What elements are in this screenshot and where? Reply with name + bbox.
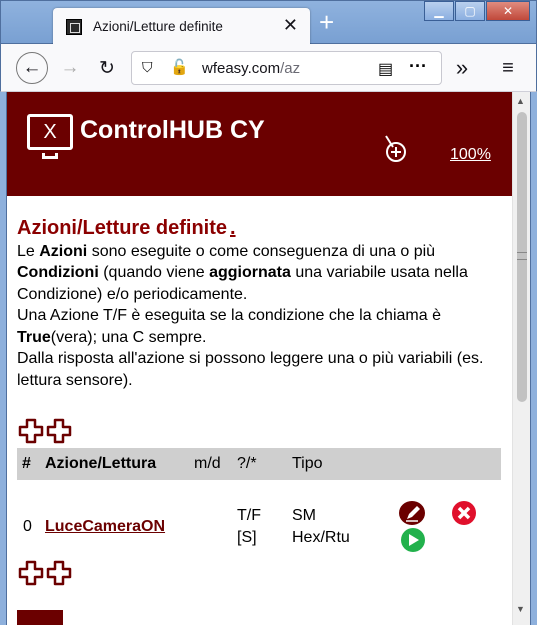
maximize-icon[interactable]: ▢ — [455, 1, 485, 21]
desc-bold: Azioni — [39, 242, 88, 260]
shield-icon[interactable]: ⛉ — [142, 59, 153, 76]
desc-text: Una Azione T/F è eseguita se la condizio… — [17, 307, 441, 324]
browser-tab[interactable]: Azioni/Letture definite ✕ — [53, 8, 310, 45]
section-title-link[interactable]: . — [230, 217, 236, 239]
row-tipo-1: SM — [292, 507, 316, 524]
page-actions-icon[interactable]: ··· — [409, 56, 427, 77]
tab-title: Azioni/Letture definite — [93, 19, 223, 34]
tab-favicon-icon — [66, 18, 82, 35]
back-icon[interactable]: ← — [16, 52, 48, 84]
desc-text: sono eseguite o come conseguenza di una … — [87, 242, 436, 260]
zoom-level-link[interactable]: 100% — [450, 146, 491, 164]
url-domain: wfeasy.com — [202, 60, 281, 77]
desc-bold: True — [17, 328, 51, 346]
app-title: ControlHUB CY — [80, 116, 265, 144]
scroll-up-icon[interactable]: ▲ — [516, 96, 525, 106]
window-border-right — [530, 92, 537, 625]
insecure-lock-icon[interactable]: 🔓 — [170, 58, 189, 76]
header-tipo: Tipo — [292, 455, 323, 472]
scrollbar-grip — [517, 252, 527, 260]
section-description: Le Azioni sono eseguite o come conseguen… — [17, 241, 505, 392]
play-icon[interactable] — [399, 527, 427, 558]
desc-text: Dalla risposta all'azione si possono leg… — [17, 350, 484, 389]
delete-icon[interactable] — [450, 500, 478, 531]
row-type-1: T/F — [237, 507, 261, 524]
section-title: Azioni/Letture definite. — [17, 217, 505, 240]
desc-bold: aggiornata — [209, 264, 291, 281]
window-close-icon[interactable]: ✕ — [486, 1, 530, 21]
table-header: # Azione/Lettura m/d ?/* Tipo — [17, 448, 501, 480]
header-q: ?/* — [237, 455, 257, 472]
navigation-bar: ← → ↻ ⛉ 🔓 wfeasy.com/az ▤ ··· » ≡ — [0, 44, 537, 92]
section-title-text: Azioni/Letture definite — [17, 217, 227, 239]
zoom-in-icon[interactable] — [383, 134, 409, 169]
window-titlebar: Azioni/Letture definite ✕ + ▁ ▢ ✕ — [0, 0, 537, 45]
hamburger-menu-icon[interactable]: ≡ — [494, 54, 522, 82]
row-name-link[interactable]: LuceCameraON — [45, 518, 165, 536]
forward-icon[interactable]: → — [56, 54, 84, 82]
reader-view-icon[interactable]: ▤ — [378, 59, 393, 79]
desc-text: Le — [17, 242, 40, 260]
row-type-2: [S] — [237, 529, 257, 546]
header-md: m/d — [194, 455, 221, 472]
footer-block — [17, 610, 63, 625]
scroll-down-icon[interactable]: ▼ — [516, 604, 525, 614]
header-name: Azione/Lettura — [45, 455, 157, 472]
overflow-menu-icon[interactable]: » — [448, 54, 476, 82]
logo-stand — [42, 153, 58, 159]
add-icon[interactable] — [17, 560, 77, 586]
tab-close-icon[interactable]: ✕ — [283, 16, 298, 34]
app-header: X ControlHUB CY 100% — [7, 92, 512, 196]
header-num: # — [22, 455, 31, 472]
app-logo-icon: X — [27, 114, 73, 150]
description-section: Azioni/Letture definite. Le Azioni sono … — [17, 217, 505, 392]
minimize-icon[interactable]: ▁ — [424, 1, 454, 21]
url-text: wfeasy.com/az — [202, 60, 300, 77]
window-controls: ▁ ▢ ✕ — [423, 1, 530, 21]
url-bar[interactable]: ⛉ 🔓 wfeasy.com/az ▤ ··· — [131, 51, 442, 85]
url-path: /az — [280, 60, 301, 77]
desc-bold: Condizioni — [17, 264, 99, 281]
desc-text: (vera); una C sempre. — [50, 328, 207, 346]
add-icon[interactable] — [17, 418, 77, 444]
reload-icon[interactable]: ↻ — [93, 54, 121, 82]
vertical-scrollbar[interactable]: ▲ ▼ — [512, 92, 530, 625]
window-border-left — [0, 92, 7, 625]
row-num: 0 — [23, 518, 32, 535]
desc-text: (quando viene — [98, 264, 210, 281]
new-tab-icon[interactable]: + — [319, 9, 334, 35]
table-row: 0 LuceCameraON T/F [S] SM Hex/Rtu — [17, 500, 501, 560]
page-content: X ControlHUB CY 100% Azioni/Letture defi… — [7, 92, 512, 625]
row-tipo-2: Hex/Rtu — [292, 529, 350, 546]
